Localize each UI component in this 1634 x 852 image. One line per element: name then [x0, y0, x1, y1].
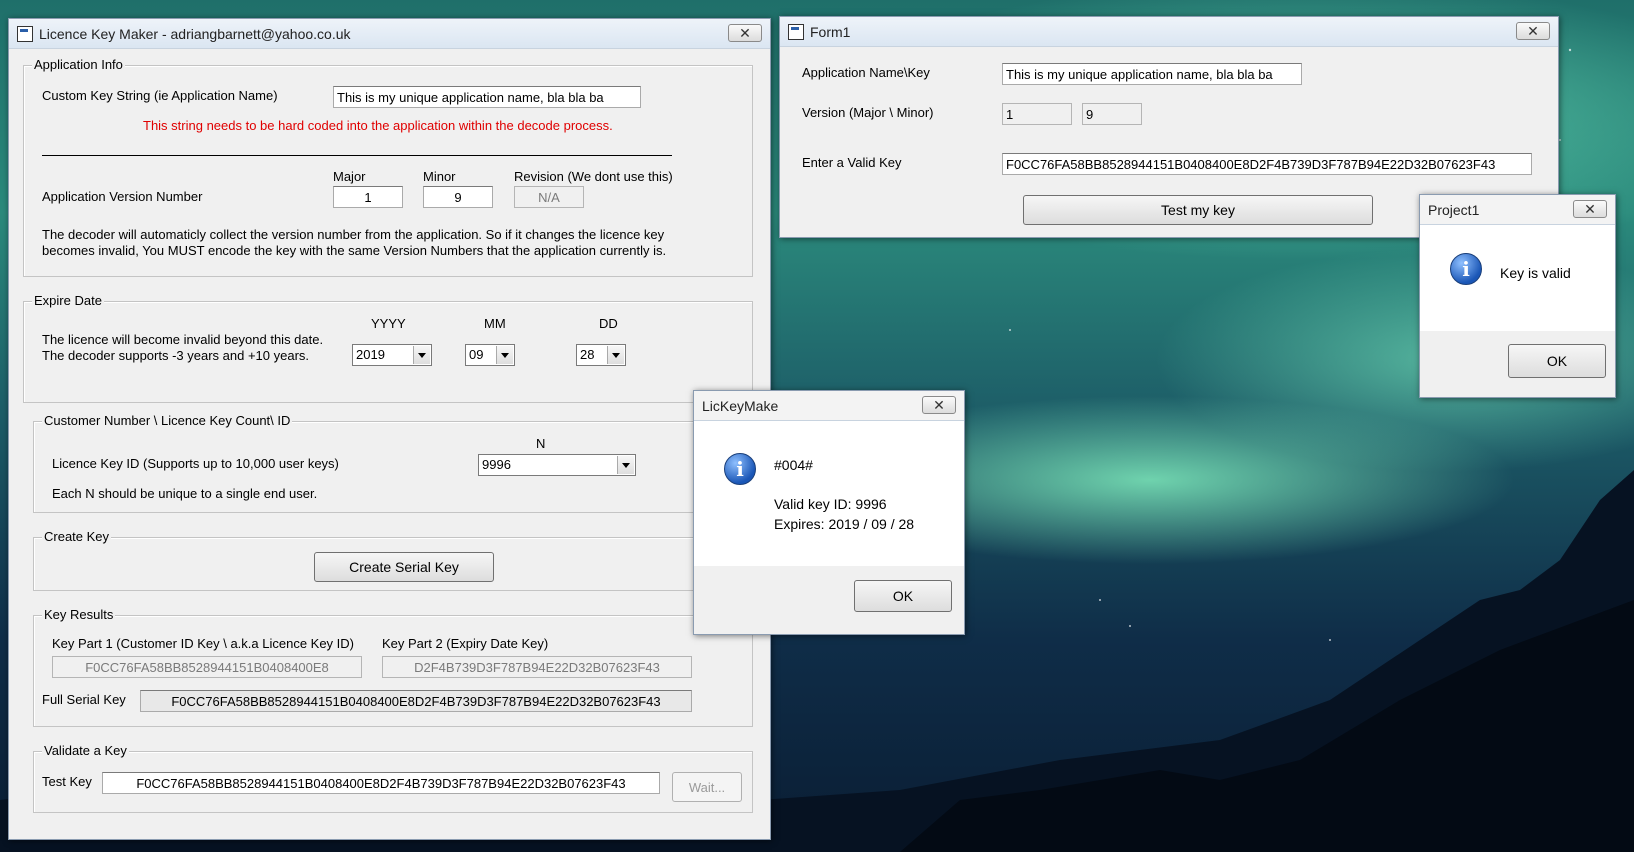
test-my-key-button[interactable]: Test my key — [1023, 195, 1373, 225]
ok-button[interactable]: OK — [854, 580, 952, 612]
title-bar[interactable]: LicKeyMake ✕ — [694, 391, 964, 421]
valid-key-label: Enter a Valid Key — [802, 155, 902, 170]
version-label: Version (Major \ Minor) — [802, 105, 934, 120]
full-serial-key-field[interactable]: F0CC76FA58BB8528944151B0408400E8D2F4B739… — [140, 690, 692, 712]
title-bar[interactable]: Licence Key Maker - adriangbarnett@yahoo… — [9, 19, 770, 49]
day-value: 28 — [580, 347, 595, 362]
dialog-body: i Key is valid — [1420, 225, 1615, 331]
title-bar[interactable]: Project1 ✕ — [1420, 195, 1615, 225]
info-icon: i — [1450, 253, 1482, 285]
chevron-down-icon[interactable] — [607, 346, 624, 364]
chevron-down-icon[interactable] — [496, 346, 513, 364]
group-title: Create Key — [42, 529, 112, 544]
create-key-group: Create Key Create Serial Key — [33, 529, 753, 591]
create-serial-key-button[interactable]: Create Serial Key — [314, 552, 494, 582]
n-label: N — [536, 436, 546, 451]
app-window-icon — [788, 23, 804, 40]
close-button[interactable]: ✕ — [1516, 22, 1550, 40]
custom-key-input[interactable]: This is my unique application name, bla … — [333, 86, 641, 108]
licence-key-maker-window: Licence Key Maker - adriangbarnett@yahoo… — [8, 18, 771, 840]
customer-number-group: Customer Number \ Licence Key Count\ ID … — [33, 413, 753, 513]
month-value: 09 — [469, 347, 484, 362]
dialog-title: Project1 — [1428, 201, 1480, 218]
hardcode-warning: This string needs to be hard coded into … — [143, 118, 613, 133]
window-title: Licence Key Maker - adriangbarnett@yahoo… — [39, 25, 351, 42]
year-value: 2019 — [356, 347, 385, 362]
application-name-label: Application Name\Key — [802, 65, 930, 80]
key-results-group: Key Results Key Part 1 (Customer ID Key … — [33, 607, 753, 727]
app-window-icon — [17, 25, 33, 42]
licence-key-id-value: 9996 — [482, 457, 511, 472]
chevron-down-icon[interactable] — [413, 346, 430, 364]
message-line2: Valid key ID: 9996 — [774, 496, 887, 512]
minor-label: Minor — [423, 169, 456, 184]
wait-button: Wait... — [672, 772, 742, 802]
licence-key-id-label: Licence Key ID (Supports up to 10,000 us… — [52, 456, 339, 471]
application-info-group: Application Info Custom Key String (ie A… — [23, 57, 753, 277]
group-title: Key Results — [42, 607, 116, 622]
key-part2-label: Key Part 2 (Expiry Date Key) — [382, 636, 549, 651]
full-serial-key-label: Full Serial Key — [42, 692, 126, 707]
application-name-input[interactable]: This is my unique application name, bla … — [1002, 63, 1302, 85]
major-input: 1 — [1002, 103, 1072, 125]
minor-input: 9 — [1082, 103, 1142, 125]
yyyy-label: YYYY — [371, 316, 406, 331]
test-key-input[interactable]: F0CC76FA58BB8528944151B0408400E8D2F4B739… — [102, 772, 660, 794]
expire-date-group: Expire Date YYYY MM DD The licence will … — [23, 293, 753, 403]
window-title: Form1 — [810, 23, 851, 40]
title-bar[interactable]: Form1 ✕ — [780, 17, 1558, 47]
close-button[interactable]: ✕ — [1573, 200, 1607, 218]
expire-note-line2: The decoder supports -3 years and +10 ye… — [42, 348, 310, 363]
test-key-label: Test Key — [42, 774, 92, 789]
minor-input[interactable]: 9 — [423, 186, 493, 208]
version-label: Application Version Number — [42, 189, 203, 204]
chevron-down-icon[interactable] — [617, 456, 634, 474]
close-button[interactable]: ✕ — [728, 24, 762, 42]
customer-note: Each N should be unique to a single end … — [52, 486, 318, 501]
info-icon: i — [724, 453, 756, 485]
key-part1-field: F0CC76FA58BB8528944151B0408400E8 — [52, 656, 362, 678]
group-title: Customer Number \ Licence Key Count\ ID — [42, 413, 293, 428]
group-title: Validate a Key — [42, 743, 129, 758]
project1-dialog: Project1 ✕ i Key is valid OK — [1419, 194, 1616, 398]
dd-label: DD — [599, 316, 618, 331]
separator — [42, 155, 672, 156]
valid-key-input[interactable]: F0CC76FA58BB8528944151B0408400E8D2F4B739… — [1002, 153, 1532, 175]
message-text: Key is valid — [1500, 265, 1571, 281]
day-select[interactable]: 28 — [576, 344, 626, 366]
dialog-body: i #004# Valid key ID: 9996 Expires: 2019… — [694, 421, 964, 568]
message-line1: #004# — [774, 457, 813, 473]
expire-note-line1: The licence will become invalid beyond t… — [42, 332, 324, 347]
year-select[interactable]: 2019 — [352, 344, 432, 366]
licence-key-id-select[interactable]: 9996 — [478, 454, 636, 476]
validate-key-group: Validate a Key Test Key F0CC76FA58BB8528… — [33, 743, 753, 813]
custom-key-label: Custom Key String (ie Application Name) — [42, 88, 278, 103]
lickeymake-dialog: LicKeyMake ✕ i #004# Valid key ID: 9996 … — [693, 390, 965, 635]
month-select[interactable]: 09 — [465, 344, 515, 366]
key-part2-field: D2F4B739D3F787B94E22D32B07623F43 — [382, 656, 692, 678]
group-title: Expire Date — [32, 293, 104, 308]
major-label: Major — [333, 169, 366, 184]
version-note-line1: The decoder will automaticly collect the… — [42, 227, 665, 242]
version-note-line2: becomes invalid, You MUST encode the key… — [42, 243, 667, 258]
message-line3: Expires: 2019 / 09 / 28 — [774, 516, 915, 532]
dialog-footer: OK — [694, 566, 964, 634]
revision-input: N/A — [514, 186, 584, 208]
ok-button[interactable]: OK — [1508, 344, 1606, 378]
dialog-footer: OK — [1420, 331, 1615, 397]
group-title: Application Info — [32, 57, 125, 72]
dialog-title: LicKeyMake — [702, 397, 779, 414]
major-input[interactable]: 1 — [333, 186, 403, 208]
close-button[interactable]: ✕ — [922, 396, 956, 414]
revision-label: Revision (We dont use this) — [514, 169, 673, 184]
mm-label: MM — [484, 316, 506, 331]
key-part1-label: Key Part 1 (Customer ID Key \ a.k.a Lice… — [52, 636, 355, 651]
